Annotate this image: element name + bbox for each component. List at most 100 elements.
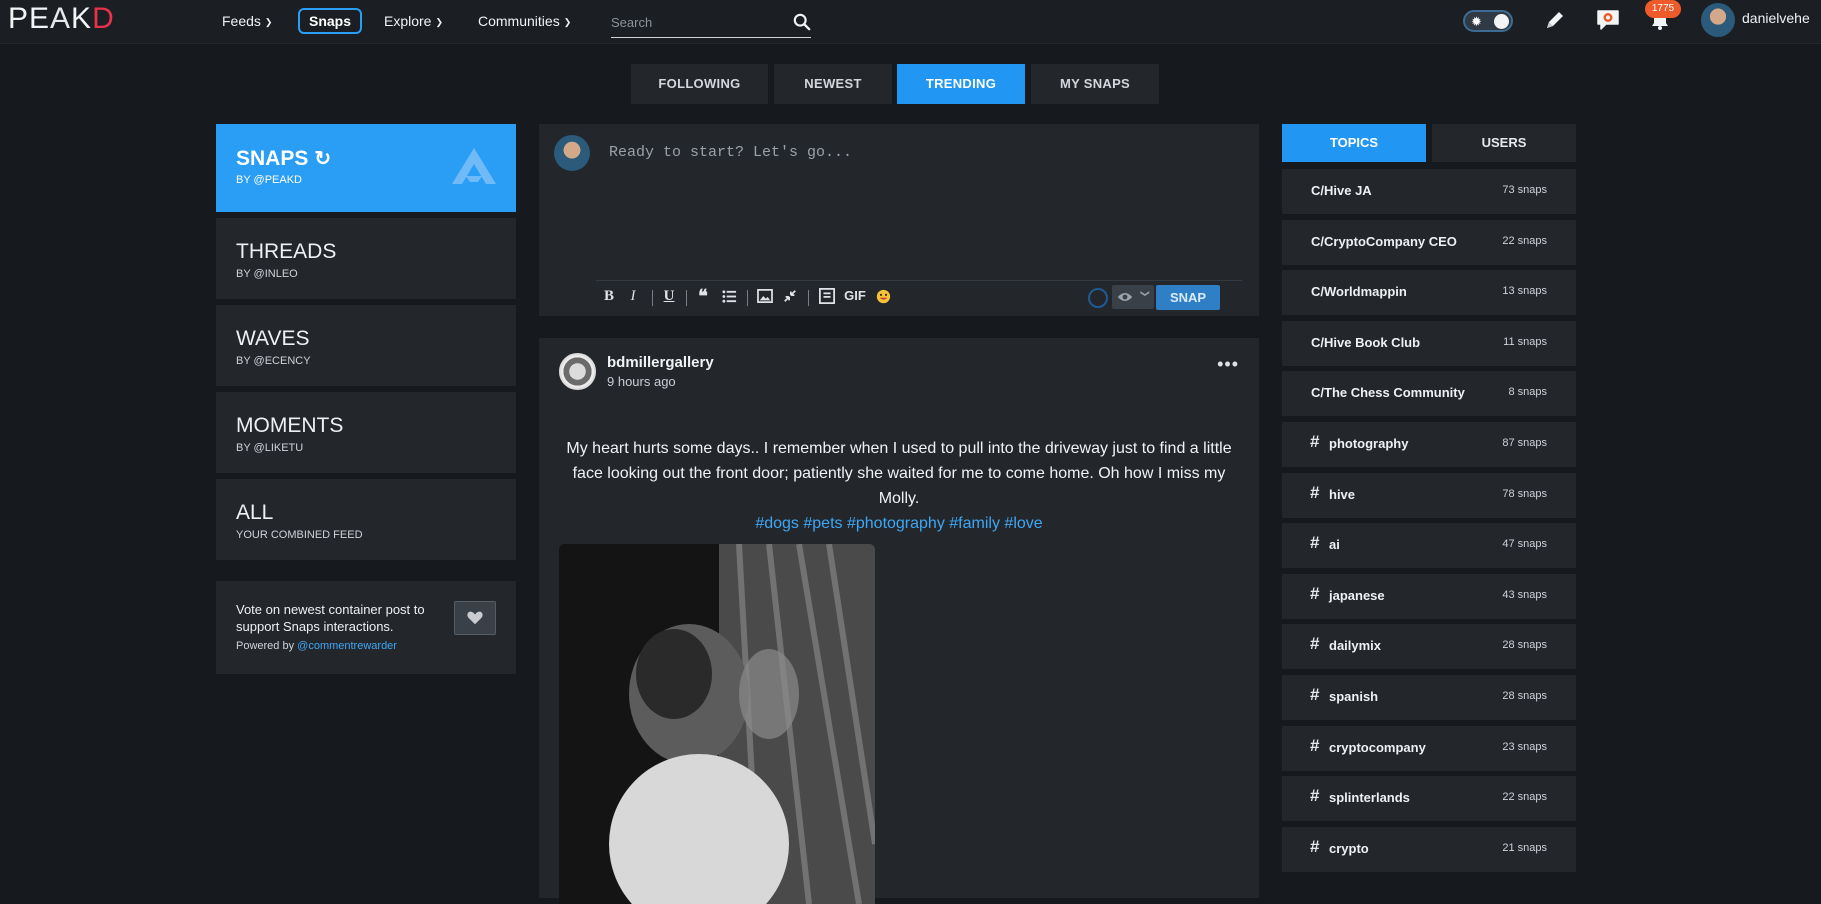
container-title: THREADS	[236, 240, 337, 263]
container-threads[interactable]: THREADS BY @INLEO	[216, 218, 516, 299]
hashtag-icon: #	[1310, 432, 1320, 451]
chevron-down-icon: ❯	[264, 17, 273, 27]
emoji-icon[interactable]	[874, 286, 892, 306]
topic-name: hive	[1329, 487, 1356, 502]
nav-communities-label: Communities	[478, 13, 560, 29]
topic-item[interactable]: # photography 87 snaps	[1282, 422, 1576, 467]
container-waves[interactable]: WAVES BY @ECENCY	[216, 305, 516, 386]
preview-dropdown[interactable]: ❯	[1112, 285, 1154, 309]
hashtag-icon: #	[1310, 483, 1320, 502]
container-all[interactable]: ALL YOUR COMBINED FEED	[216, 479, 516, 560]
topic-count: 28 snaps	[1502, 690, 1547, 702]
tab-following[interactable]: FOLLOWING	[631, 64, 768, 104]
topic-item[interactable]: # spanish 28 snaps	[1282, 675, 1576, 720]
hashtag-icon: #	[1310, 786, 1320, 805]
topic-name: spanish	[1329, 689, 1379, 704]
composer-input[interactable]: Ready to start? Let's go...	[609, 144, 852, 161]
tag-link[interactable]: #pets	[803, 515, 842, 532]
topic-item[interactable]: # ai 47 snaps	[1282, 523, 1576, 568]
container-title: ALL	[236, 501, 274, 524]
tab-users[interactable]: USERS	[1432, 124, 1576, 162]
logo-text-pe: PE	[8, 2, 51, 35]
topic-name: japanese	[1329, 588, 1385, 603]
topic-item[interactable]: # cryptocompany 23 snaps	[1282, 726, 1576, 771]
gif-button[interactable]: GIF	[843, 286, 867, 306]
tag-link[interactable]: #family	[949, 515, 1000, 532]
image-icon[interactable]	[756, 286, 774, 306]
nav-feeds[interactable]: Feeds ❯	[222, 0, 272, 42]
snap-submit-button[interactable]: SNAP	[1156, 285, 1220, 310]
topic-count: 28 snaps	[1502, 639, 1547, 651]
eye-icon	[1117, 293, 1133, 301]
post-author[interactable]: bdmillergallery	[607, 354, 714, 371]
vote-heart-button[interactable]	[454, 601, 496, 635]
compress-icon[interactable]	[782, 286, 798, 306]
topic-item[interactable]: C/Worldmappin 13 snaps	[1282, 270, 1576, 315]
list-icon[interactable]	[720, 286, 738, 306]
tab-trending[interactable]: TRENDING	[897, 64, 1025, 104]
nav-communities[interactable]: Communities ❯	[478, 0, 571, 42]
topic-item[interactable]: C/Hive JA 73 snaps	[1282, 169, 1576, 214]
post-author-avatar[interactable]	[559, 353, 596, 390]
template-icon[interactable]	[818, 286, 836, 306]
topic-item[interactable]: # japanese 43 snaps	[1282, 574, 1576, 619]
snap-composer: Ready to start? Let's go... B I U ❝ GIF …	[539, 124, 1259, 316]
search-icon[interactable]	[793, 13, 811, 31]
tab-my-snaps[interactable]: MY SNAPS	[1031, 64, 1159, 104]
search-input[interactable]	[611, 8, 781, 36]
tab-topics[interactable]: TOPICS	[1282, 124, 1426, 162]
topic-item[interactable]: # hive 78 snaps	[1282, 473, 1576, 518]
tag-link[interactable]: #dogs	[755, 515, 799, 532]
topic-count: 43 snaps	[1502, 589, 1547, 601]
topic-name: splinterlands	[1329, 790, 1410, 805]
topic-item[interactable]: # splinterlands 22 snaps	[1282, 776, 1576, 821]
topic-name: ai	[1329, 537, 1340, 552]
chevron-down-icon: ❯	[435, 17, 444, 27]
topic-count: 21 snaps	[1502, 842, 1547, 854]
underline-button[interactable]: U	[662, 286, 676, 306]
container-subtitle: BY @ECENCY	[236, 355, 311, 367]
theme-toggle[interactable]: ✹	[1463, 10, 1513, 32]
tab-newest[interactable]: NEWEST	[774, 64, 892, 104]
pencil-icon[interactable]	[1544, 9, 1566, 31]
composer-toolbar: B I U ❝ GIF ❯	[596, 280, 1242, 310]
topic-item[interactable]: C/CryptoCompany CEO 22 snaps	[1282, 220, 1576, 265]
tag-link[interactable]: #love	[1004, 515, 1042, 532]
container-title: MOMENTS	[236, 414, 344, 437]
toolbar-separator	[808, 290, 809, 306]
chevron-down-icon: ❯	[1140, 289, 1151, 298]
nav-snaps-button[interactable]: Snaps	[298, 8, 362, 34]
tag-link[interactable]: #photography	[847, 515, 945, 532]
italic-button[interactable]: I	[626, 286, 640, 306]
container-subtitle: BY @LIKETU	[236, 442, 304, 454]
topic-name: cryptocompany	[1329, 740, 1426, 755]
peakd-triangle-icon	[452, 148, 496, 184]
user-avatar[interactable]	[1701, 3, 1735, 37]
container-moments[interactable]: MOMENTS BY @LIKETU	[216, 392, 516, 473]
composer-avatar	[554, 135, 590, 171]
refresh-icon[interactable]: ↻	[314, 146, 331, 171]
sun-icon: ✹	[1471, 14, 1482, 29]
topic-item[interactable]: C/Hive Book Club 11 snaps	[1282, 321, 1576, 366]
container-snaps[interactable]: SNAPS ↻ BY @PEAKD	[216, 124, 516, 212]
post-timestamp[interactable]: 9 hours ago	[607, 374, 676, 389]
more-options-icon[interactable]: •••	[1217, 354, 1239, 375]
chat-icon[interactable]	[1595, 8, 1621, 32]
quote-icon[interactable]: ❝	[694, 286, 712, 306]
topic-item[interactable]: # dailymix 28 snaps	[1282, 624, 1576, 669]
topic-count: 22 snaps	[1502, 791, 1547, 803]
bold-button[interactable]: B	[602, 286, 616, 306]
topic-count: 22 snaps	[1502, 235, 1547, 247]
peakd-logo[interactable]: PEAKD	[8, 4, 115, 34]
nav-explore[interactable]: Explore ❯	[384, 0, 443, 42]
topic-name: C/The Chess Community	[1311, 385, 1465, 400]
topic-item[interactable]: # crypto 21 snaps	[1282, 827, 1576, 872]
container-subtitle: BY @PEAKD	[236, 174, 302, 186]
commentrewarder-link[interactable]: @commentrewarder	[297, 640, 397, 652]
vote-box: Vote on newest container post to support…	[216, 581, 516, 674]
username[interactable]: danielvehe	[1742, 10, 1810, 26]
logo-text-k: K	[71, 2, 93, 35]
char-counter-ring	[1088, 288, 1108, 308]
post-image[interactable]	[559, 544, 875, 904]
topic-item[interactable]: C/The Chess Community 8 snaps	[1282, 371, 1576, 416]
